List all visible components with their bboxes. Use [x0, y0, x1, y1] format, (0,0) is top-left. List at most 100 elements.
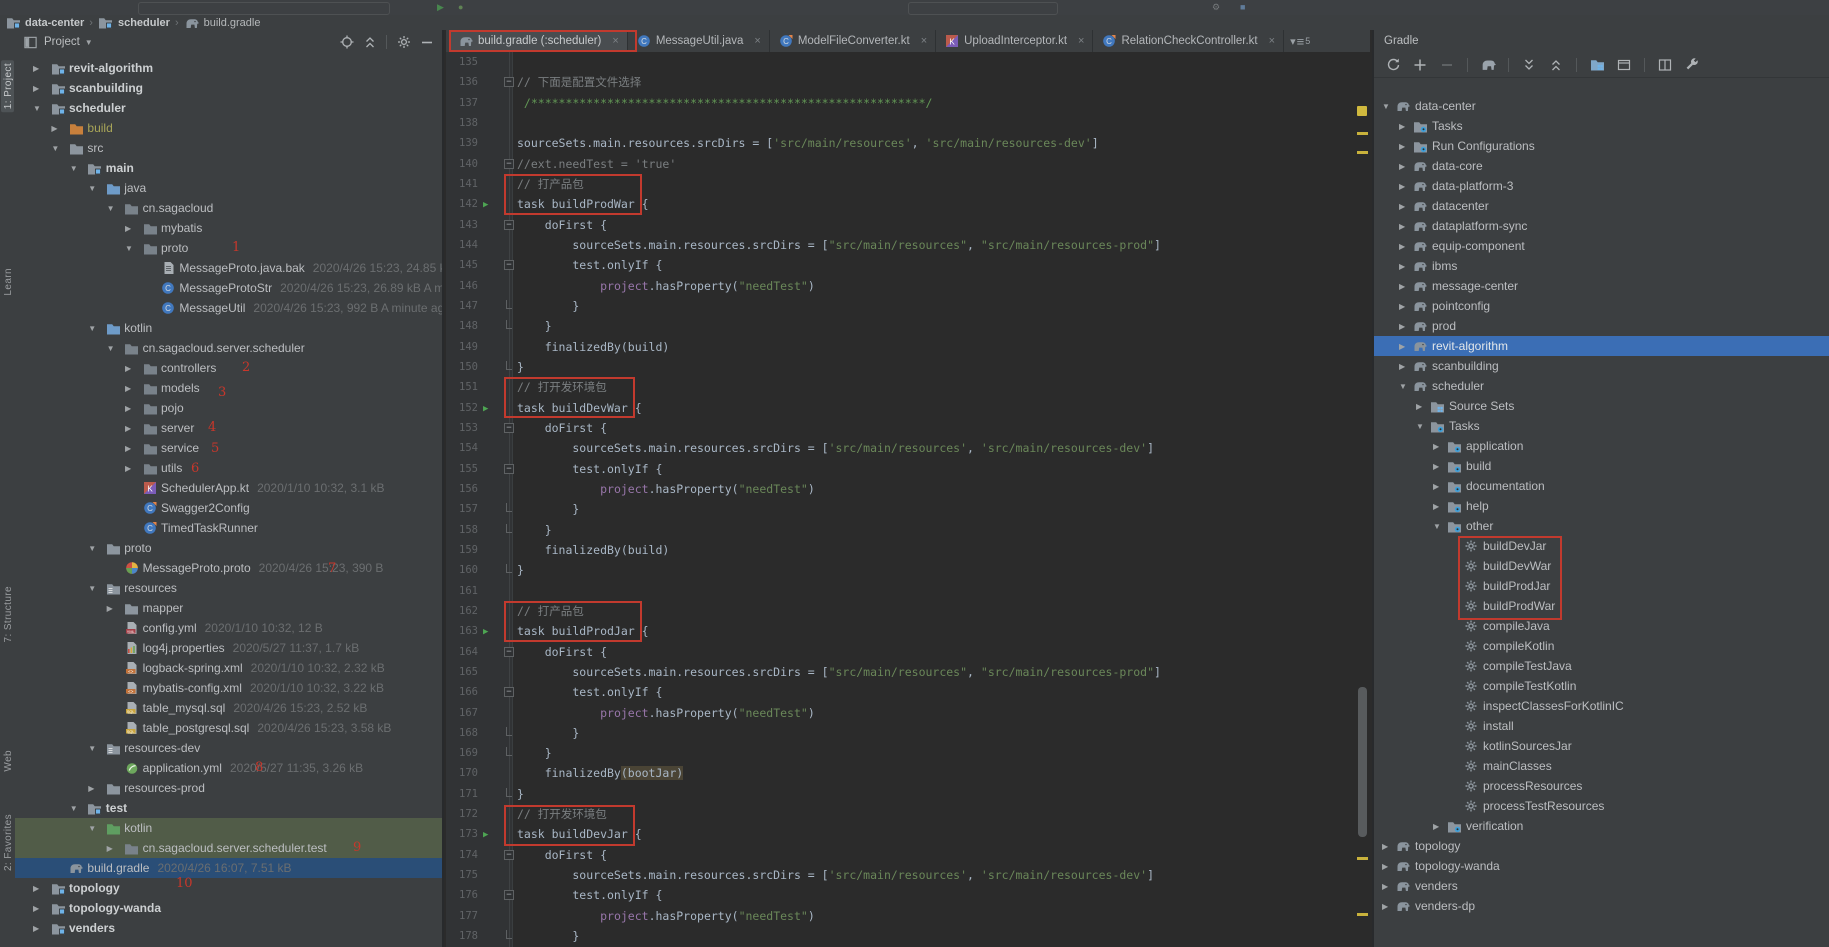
- expand-arrow-icon[interactable]: ▶: [28, 904, 50, 913]
- project-tree-item-application.yml[interactable]: application.yml2020/5/27 11:35, 3.26 kB: [15, 758, 442, 778]
- stripe-item----structure[interactable]: 7: Structure: [1, 586, 14, 643]
- expand-arrow-icon[interactable]: ▶: [1397, 202, 1412, 211]
- gradle-tree-item-topology[interactable]: ▶topology: [1374, 836, 1829, 856]
- fold-marker-icon[interactable]: [506, 930, 512, 939]
- expand-arrow-icon[interactable]: ▶: [1380, 882, 1395, 891]
- expand-arrow-icon[interactable]: ▶: [120, 364, 142, 373]
- expand-arrow-icon[interactable]: ▶: [1397, 302, 1412, 311]
- expand-arrow-icon[interactable]: ▶: [1431, 822, 1446, 831]
- project-tree-item-timedtaskrunner[interactable]: CTimedTaskRunner: [15, 518, 442, 538]
- gradle-tree-item-source-sets[interactable]: ▶Source Sets: [1374, 396, 1829, 416]
- run-task-icon[interactable]: ▶: [483, 622, 488, 642]
- chevron-down-icon[interactable]: ▼: [85, 38, 93, 47]
- close-tab-icon[interactable]: ×: [754, 35, 760, 47]
- elephant-tb-icon[interactable]: [1479, 56, 1497, 73]
- collapse-arrow-icon[interactable]: ▼: [102, 204, 124, 213]
- project-tree-item-pojo[interactable]: ▶pojo: [15, 398, 442, 418]
- project-tree-item-server[interactable]: ▶server: [15, 418, 442, 438]
- collapse-arrow-icon[interactable]: ▼: [1397, 382, 1412, 391]
- fold-marker-icon[interactable]: [506, 320, 512, 329]
- collapse-all-icon[interactable]: [361, 34, 378, 51]
- collapse-arrow-icon[interactable]: ▼: [83, 584, 105, 593]
- project-tree-item-controllers[interactable]: ▶controllers: [15, 358, 442, 378]
- expand-arrow-icon[interactable]: ▶: [1380, 842, 1395, 851]
- project-tree-item-cn.sagacloud.server.scheduler.test[interactable]: ▶cn.sagacloud.server.scheduler.test: [15, 838, 442, 858]
- inspection-status-icon[interactable]: [1357, 106, 1367, 116]
- gradle-tree-item-revit-algorithm[interactable]: ▶revit-algorithm: [1374, 336, 1829, 356]
- expand-arrow-icon[interactable]: ▶: [1431, 442, 1446, 451]
- project-tree-item-messageproto.proto[interactable]: MessageProto.proto2020/4/26 15:23, 390 B: [15, 558, 442, 578]
- fold-marker-icon[interactable]: −: [504, 850, 514, 860]
- project-tree-item-mapper[interactable]: ▶mapper: [15, 598, 442, 618]
- gradle-tree-item-data-center[interactable]: ▼data-center: [1374, 96, 1829, 116]
- expand-arrow-icon[interactable]: ▶: [120, 464, 142, 473]
- expand-arrow-icon[interactable]: ▶: [83, 784, 105, 793]
- split-icon[interactable]: [1656, 56, 1674, 73]
- project-tree-item-topology[interactable]: ▶topology: [15, 878, 442, 898]
- fold-marker-icon[interactable]: −: [504, 647, 514, 657]
- project-tree-item-proto[interactable]: ▼proto: [15, 238, 442, 258]
- gradle-tree-item-compiletestjava[interactable]: compileTestJava: [1374, 656, 1829, 676]
- fold-marker-icon[interactable]: −: [504, 890, 514, 900]
- project-tree-item-utils[interactable]: ▶utils: [15, 458, 442, 478]
- project-tree-item-mybatis[interactable]: ▶mybatis: [15, 218, 442, 238]
- fold-marker-icon[interactable]: [506, 747, 512, 756]
- group-modules-icon[interactable]: [1588, 56, 1606, 73]
- gradle-tree-item-application[interactable]: ▶application: [1374, 436, 1829, 456]
- close-tab-icon[interactable]: ×: [1269, 35, 1275, 47]
- expand-arrow-icon[interactable]: ▶: [1397, 342, 1412, 351]
- collapse-arrow-icon[interactable]: ▼: [83, 324, 105, 333]
- expand-arrow-icon[interactable]: ▶: [1397, 182, 1412, 191]
- collapse-arrow-icon[interactable]: ▼: [28, 104, 50, 113]
- gradle-tree-item-buildprodwar[interactable]: buildProdWar: [1374, 596, 1829, 616]
- expand-arrow-icon[interactable]: ▶: [1414, 402, 1429, 411]
- run-task-icon[interactable]: ▶: [483, 399, 488, 419]
- close-tab-icon[interactable]: ×: [921, 35, 927, 47]
- fold-marker-icon[interactable]: [506, 361, 512, 370]
- collapse-arrow-icon[interactable]: ▼: [1431, 522, 1446, 531]
- project-tree-item-proto[interactable]: ▼proto: [15, 538, 442, 558]
- close-tab-icon[interactable]: ×: [1078, 35, 1084, 47]
- gradle-tree-item-datacenter[interactable]: ▶datacenter: [1374, 196, 1829, 216]
- gradle-tree-item-equip-component[interactable]: ▶equip-component: [1374, 236, 1829, 256]
- collapse-arrow-icon[interactable]: ▼: [65, 804, 87, 813]
- expand-arrow-icon[interactable]: ▶: [102, 844, 124, 853]
- frame-icon[interactable]: [1615, 56, 1633, 73]
- project-tree-item-table-mysql.sql[interactable]: SQLtable_mysql.sql2020/4/26 15:23, 2.52 …: [15, 698, 442, 718]
- project-tree-item-mybatis-config.xml[interactable]: <>mybatis-config.xml2020/1/10 10:32, 3.2…: [15, 678, 442, 698]
- project-tree-item-resources-dev[interactable]: ▼resources-dev: [15, 738, 442, 758]
- warning-stripe-mark[interactable]: [1357, 913, 1368, 916]
- gradle-tree-item-message-center[interactable]: ▶message-center: [1374, 276, 1829, 296]
- gradle-tree-item-documentation[interactable]: ▶documentation: [1374, 476, 1829, 496]
- editor-tab-relationcheckcontroller.kt[interactable]: CRelationCheckController.kt×: [1093, 30, 1284, 52]
- search-combo[interactable]: [908, 2, 1058, 15]
- expand-arrow-icon[interactable]: ▶: [28, 924, 50, 933]
- expand-arrow-icon[interactable]: ▶: [1397, 242, 1412, 251]
- fold-marker-icon[interactable]: [506, 564, 512, 573]
- fold-marker-icon[interactable]: −: [504, 260, 514, 270]
- project-tree-item-cn.sagacloud.server.scheduler[interactable]: ▼cn.sagacloud.server.scheduler: [15, 338, 442, 358]
- collapse-arrow-icon[interactable]: ▼: [83, 824, 105, 833]
- gradle-tree-item-ibms[interactable]: ▶ibms: [1374, 256, 1829, 276]
- warning-stripe-mark[interactable]: [1357, 132, 1368, 135]
- wrench-icon[interactable]: [1683, 56, 1701, 73]
- gradle-tree-item-builddevjar[interactable]: buildDevJar: [1374, 536, 1829, 556]
- project-tree-item-models[interactable]: ▶models: [15, 378, 442, 398]
- project-tree-item-schedulerapp.kt[interactable]: KSchedulerApp.kt2020/1/10 10:32, 3.1 kB: [15, 478, 442, 498]
- collapse-arrow-icon[interactable]: ▼: [102, 344, 124, 353]
- fold-marker-icon[interactable]: −: [504, 687, 514, 697]
- refresh-icon[interactable]: [1384, 56, 1402, 73]
- locate-icon[interactable]: [338, 34, 355, 51]
- expand-arrow-icon[interactable]: ▶: [120, 424, 142, 433]
- project-tree-item-scheduler[interactable]: ▼scheduler: [15, 98, 442, 118]
- fold-marker-icon[interactable]: −: [504, 77, 514, 87]
- collapse-arrow-icon[interactable]: ▼: [83, 744, 105, 753]
- gradle-tree-item-help[interactable]: ▶help: [1374, 496, 1829, 516]
- hidden-tabs-icon[interactable]: ▾≡5: [1284, 30, 1316, 52]
- project-tree-item-kotlin[interactable]: ▼kotlin: [15, 318, 442, 338]
- gradle-tree-item-verification[interactable]: ▶verification: [1374, 816, 1829, 836]
- gradle-tree-item-run-configurations[interactable]: ▶Run Configurations: [1374, 136, 1829, 156]
- expand-arrow-icon[interactable]: ▶: [120, 224, 142, 233]
- project-tree-item-messageutil[interactable]: CMessageUtil2020/4/26 15:23, 992 B A min…: [15, 298, 442, 318]
- breadcrumb-item[interactable]: data-center: [5, 15, 84, 30]
